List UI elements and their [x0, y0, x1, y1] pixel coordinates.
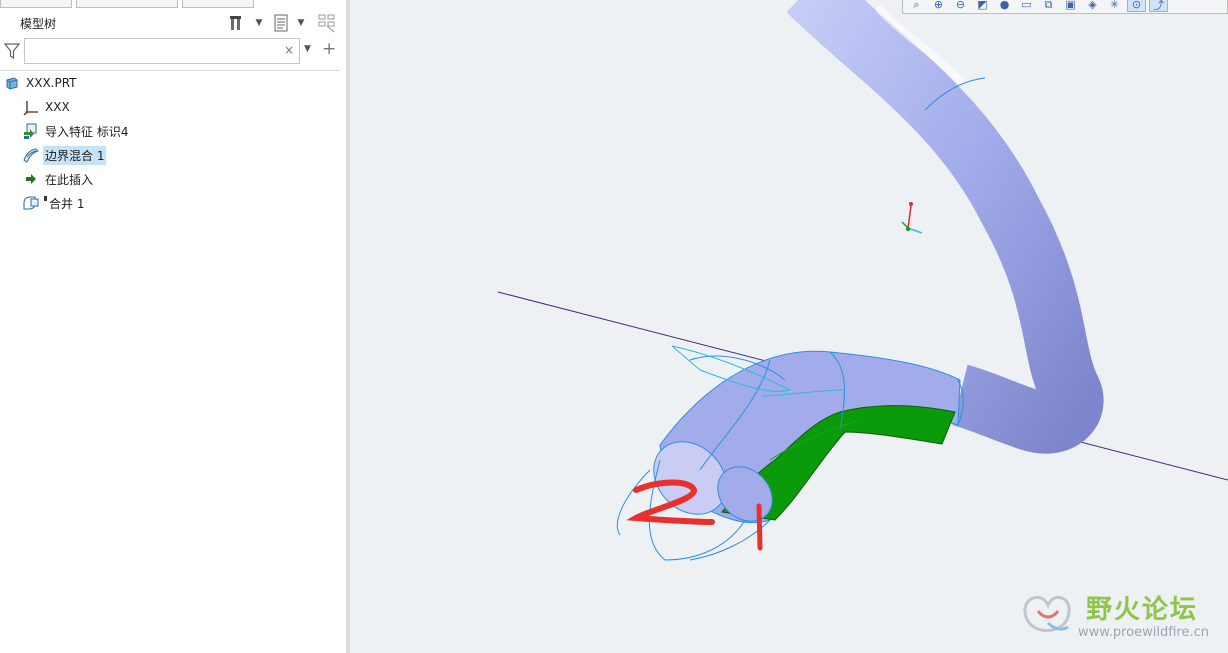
search-input[interactable] [29, 40, 273, 64]
tree-item-label: 边界混合 1 [43, 145, 107, 165]
tree-item-import-feature[interactable]: 导入特征 标识4 [22, 121, 130, 141]
logo-icon [1023, 595, 1071, 632]
annotation-number-1: 1 [756, 503, 763, 551]
modified-marker-icon [44, 196, 47, 201]
panel-title: 模型树 [20, 17, 57, 31]
merge-icon [22, 194, 40, 212]
graphics-window[interactable]: ⌕ ⊕ ⊖ ◩ ● ▭ ⧉ ▣ ◈ ✳ ⊙ ⤴ 2 1 野火论坛 www.pro… [350, 0, 1228, 653]
model-viewport[interactable]: 2 1 [350, 0, 1228, 653]
tree-item-label: XXX.PRT [26, 76, 77, 90]
tab-folder-browser[interactable] [76, 0, 178, 8]
settings-caret-icon[interactable]: ▼ [254, 12, 264, 34]
tree-item-csys[interactable]: XXX [22, 97, 72, 117]
model-tree-panel: 模型树 ▼ ▼ × ▼ + XXX.PRT XXX 导入特征 标识4 边界混合 … [0, 0, 347, 653]
settings-tools-icon[interactable] [226, 12, 248, 34]
search-field[interactable]: × [24, 38, 300, 64]
watermark-title: 野火论坛 [1086, 595, 1199, 625]
clear-icon[interactable]: × [284, 43, 294, 57]
tree-item-label: 导入特征 标识4 [45, 124, 129, 139]
tab-model-tree[interactable] [0, 0, 72, 8]
panel-header: 模型树 ▼ ▼ [0, 8, 346, 36]
tree-item-insert-here[interactable]: 在此插入 [22, 169, 95, 189]
show-caret-icon[interactable]: ▼ [296, 12, 306, 34]
filter-row: × ▼ + [0, 38, 346, 66]
tree-item-boundary-blend[interactable]: 边界混合 1 [22, 145, 107, 165]
boundary-blend-icon [22, 146, 40, 164]
watermark-url: www.proewildfire.cn [1078, 625, 1209, 640]
panel-tabs [0, 0, 346, 8]
import-feature-icon [22, 122, 40, 140]
tree-item-label: 在此插入 [45, 172, 94, 187]
coordinate-system-triad[interactable] [901, 202, 923, 234]
tree-item-part[interactable]: XXX.PRT [3, 73, 79, 93]
tab-favorites[interactable] [182, 0, 254, 8]
tree-columns-icon[interactable] [316, 12, 338, 34]
forum-watermark: 野火论坛 www.proewildfire.cn [1016, 585, 1222, 647]
part-icon [3, 74, 21, 92]
tree-item-label: 合并 1 [49, 196, 85, 211]
coordinate-system-icon [22, 98, 40, 116]
insert-here-arrow-icon [22, 170, 40, 188]
tree-item-merge[interactable]: 合并 1 [22, 193, 86, 213]
add-filter-icon[interactable]: + [322, 39, 336, 59]
search-options-caret-icon[interactable]: ▼ [304, 44, 311, 54]
filter-icon[interactable] [3, 42, 21, 60]
show-list-icon[interactable] [270, 12, 292, 34]
tree-item-label: XXX [45, 100, 70, 114]
divider [0, 70, 340, 71]
